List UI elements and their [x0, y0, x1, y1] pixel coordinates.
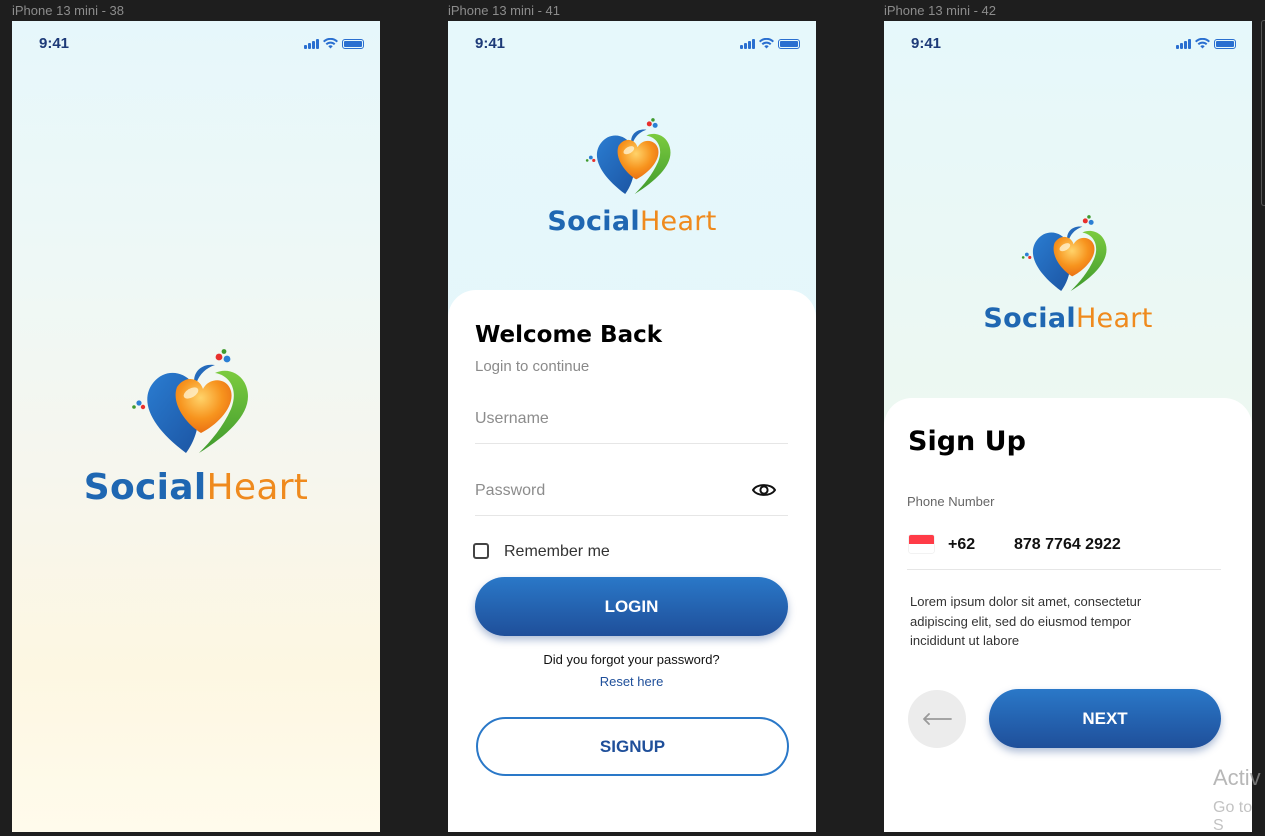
status-bar: 9:41	[884, 21, 1252, 65]
signup-screen: 9:41 SocialHeart Sign Up Phone Number +6…	[884, 21, 1252, 832]
activation-watermark: Activ	[1213, 765, 1261, 790]
status-time: 9:41	[475, 35, 506, 52]
back-button[interactable]	[908, 690, 966, 748]
login-card: Welcome Back Login to continue Username …	[448, 290, 816, 832]
brand-name: SocialHeart	[983, 303, 1153, 334]
login-screen: 9:41 SocialHeart Welcome Back Login to c…	[448, 21, 816, 832]
status-time: 9:41	[911, 35, 942, 52]
arrow-left-icon	[923, 713, 952, 725]
frame-label-1: iPhone 13 mini - 38	[12, 3, 125, 18]
status-bar: 9:41	[12, 21, 380, 65]
remember-label: Remember me	[504, 543, 610, 560]
battery-icon	[778, 38, 800, 49]
status-bar: 9:41	[448, 21, 816, 65]
heart-logo-icon	[1021, 215, 1106, 292]
wifi-icon	[759, 38, 774, 49]
signup-button[interactable]: SIGNUP	[476, 717, 789, 776]
signal-icon	[1176, 38, 1191, 49]
username-field[interactable]: Username	[475, 398, 788, 444]
frame-label-2: iPhone 13 mini - 41	[448, 3, 561, 18]
signal-icon	[304, 38, 319, 49]
activation-watermark-sub: Go to S	[1213, 799, 1253, 834]
heart-logo-icon	[132, 349, 248, 453]
splash-screen: 9:41 SocialHeart	[12, 21, 380, 832]
battery-icon	[342, 38, 364, 49]
next-button[interactable]: NEXT	[989, 689, 1221, 748]
app-logo: SocialHeart	[448, 118, 816, 237]
eye-icon[interactable]	[752, 482, 776, 498]
login-subtitle: Login to continue	[475, 358, 590, 375]
phone-number-value: 878 7764 2922	[1014, 536, 1121, 553]
forgot-password-text: Did you forgot your password?	[543, 652, 720, 667]
dial-code[interactable]: +62	[948, 536, 975, 554]
signup-title: Sign Up	[908, 426, 1026, 457]
heart-logo-icon	[585, 118, 670, 195]
wifi-icon	[323, 38, 338, 49]
username-placeholder: Username	[475, 410, 549, 427]
login-title: Welcome Back	[475, 322, 663, 348]
password-field[interactable]: Password	[475, 470, 788, 516]
brand-name: SocialHeart	[547, 206, 717, 237]
phone-field[interactable]: +62 878 7764 2922	[907, 524, 1221, 570]
app-logo: SocialHeart	[12, 349, 380, 508]
indonesia-flag-icon[interactable]	[909, 535, 934, 553]
login-button[interactable]: LOGIN	[475, 577, 788, 636]
signup-description: Lorem ipsum dolor sit amet, consectetur …	[910, 594, 1142, 648]
reset-link[interactable]: Reset here	[475, 674, 788, 689]
battery-icon	[1214, 38, 1236, 49]
brand-name: SocialHeart	[83, 467, 309, 508]
frame-label-3: iPhone 13 mini - 42	[884, 3, 997, 18]
signal-icon	[740, 38, 755, 49]
status-time: 9:41	[39, 35, 70, 52]
app-logo: SocialHeart	[884, 215, 1252, 334]
phone-number-label: Phone Number	[907, 494, 995, 509]
signup-card: Sign Up Phone Number +62 878 7764 2922 L…	[884, 398, 1252, 832]
password-placeholder: Password	[475, 482, 546, 499]
wifi-icon	[1195, 38, 1210, 49]
remember-checkbox[interactable]	[473, 543, 489, 559]
scrollbar-edge	[1261, 20, 1265, 206]
